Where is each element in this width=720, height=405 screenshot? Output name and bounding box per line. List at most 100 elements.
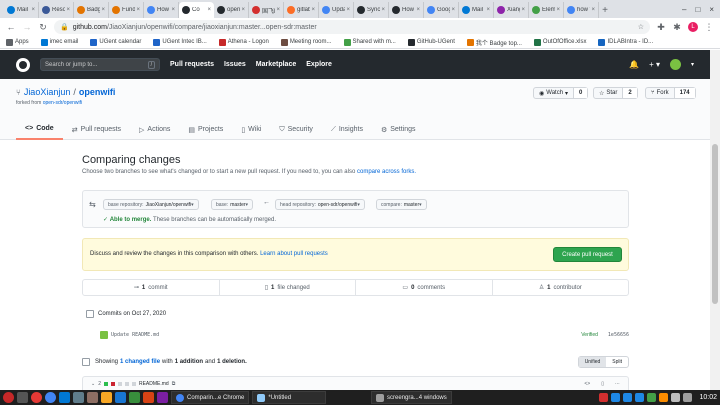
repo-name-link[interactable]: openwifi <box>79 87 116 97</box>
tray-app-icon[interactable] <box>611 393 621 402</box>
bookmark-item[interactable]: Athena - Logon <box>218 38 269 46</box>
summary-contributors[interactable]: ♙ 1 contributor <box>493 280 629 295</box>
watch-count[interactable]: 0 <box>573 88 588 98</box>
base-repository-select[interactable]: base repository: JiaoXianjun/openwifi ▾ <box>103 199 199 210</box>
browser-tab[interactable]: Mail × <box>4 2 39 18</box>
commit-sha-link[interactable]: 1e56656 <box>608 332 629 338</box>
address-bar[interactable]: 🔒 github.com/JiaoXianjun/openwifi/compar… <box>54 20 650 34</box>
browser-tab[interactable]: Badge× <box>74 2 109 18</box>
commit-message-link[interactable]: Update README.md <box>111 332 159 338</box>
bookmark-item[interactable]: UGent calendar <box>90 38 141 46</box>
word-icon[interactable] <box>115 392 126 403</box>
author-avatar[interactable] <box>100 331 108 339</box>
compare-across-forks-link[interactable]: compare across forks. <box>357 169 416 175</box>
user-avatar[interactable] <box>669 59 681 70</box>
star-button[interactable]: ☆ Star 2 <box>593 87 638 99</box>
browser-tab[interactable]: Fundi× <box>109 2 144 18</box>
taskbar-window-chrome[interactable]: Comparin...e Chrome <box>171 391 250 404</box>
browser-tab[interactable]: Syncii× <box>354 2 389 18</box>
bookmark-item[interactable]: OutOfOffice.xlsx <box>533 38 586 46</box>
create-pull-request-button[interactable]: Create pull request <box>553 247 622 262</box>
opera-icon[interactable] <box>31 392 42 403</box>
split-button[interactable]: Split <box>606 357 628 367</box>
tab-pull-requests[interactable]: ⇄ Pull requests <box>63 119 130 140</box>
browser-tab[interactable]: Eleme× <box>529 2 564 18</box>
summary-commits[interactable]: ⊸ 1 commit <box>83 280 220 295</box>
collapse-chevron-icon[interactable]: ⌄ <box>91 381 95 387</box>
github-logo-icon[interactable] <box>16 57 30 72</box>
search-input[interactable]: Search or jump to... / <box>40 58 160 71</box>
bookmark-item[interactable]: UGent Intec IB... <box>153 38 207 46</box>
close-tab-icon[interactable]: × <box>450 7 455 13</box>
browser-tab[interactable]: Mail × <box>459 2 494 18</box>
tab-projects[interactable]: ▤ Projects <box>179 119 232 140</box>
chrome-icon[interactable] <box>45 392 56 403</box>
tab-security[interactable]: ⛉ Security <box>270 119 322 140</box>
copy-icon[interactable]: ⧉ <box>172 381 176 387</box>
close-window-icon[interactable]: × <box>709 5 714 14</box>
bookmark-item[interactable]: IDLABIntra - ID... <box>598 38 653 46</box>
close-tab-icon[interactable]: × <box>135 7 140 13</box>
browser-tab[interactable]: Resou× <box>39 2 74 18</box>
tray-app-icon[interactable] <box>635 393 645 402</box>
close-tab-icon[interactable]: × <box>380 7 385 13</box>
compare-branch-select[interactable]: compare: master ▾ <box>376 199 427 210</box>
avatar-dropdown-icon[interactable]: ▾ <box>691 61 694 68</box>
close-tab-icon[interactable]: × <box>240 7 245 13</box>
spreadsheet-icon[interactable] <box>129 392 140 403</box>
star-count[interactable]: 2 <box>622 88 637 98</box>
browser-tab-active[interactable]: Co × <box>179 2 214 18</box>
close-tab-icon[interactable]: × <box>206 7 211 13</box>
summary-comments[interactable]: ▭ 0 comments <box>356 280 493 295</box>
close-tab-icon[interactable]: × <box>590 7 595 13</box>
new-tab-button[interactable]: + <box>599 2 611 18</box>
close-tab-icon[interactable]: × <box>415 7 420 13</box>
close-tab-icon[interactable]: × <box>345 7 350 13</box>
close-tab-icon[interactable]: × <box>100 7 105 13</box>
terminal-icon[interactable] <box>73 392 84 403</box>
bookmark-item[interactable]: Shared with m... <box>343 38 396 46</box>
bookmark-item[interactable]: imec email <box>40 38 78 46</box>
close-tab-icon[interactable]: × <box>555 7 560 13</box>
forked-from-link[interactable]: open-sdr/openwifi <box>43 100 82 106</box>
extension-icon[interactable]: ✚ <box>656 22 666 33</box>
scrollbar-thumb[interactable] <box>712 144 718 304</box>
folder-icon[interactable] <box>101 392 112 403</box>
page-scrollbar[interactable] <box>710 50 720 390</box>
taskbar-window-editor[interactable]: *Untitled <box>252 391 327 404</box>
browser-tab[interactable]: Goog × <box>424 2 459 18</box>
browser-tab[interactable]: open × <box>214 2 249 18</box>
nav-explore[interactable]: Explore <box>306 61 332 68</box>
tab-code[interactable]: <> Code <box>16 119 63 140</box>
profile-avatar[interactable]: L <box>688 22 698 32</box>
view-file-icon[interactable]: ▯ <box>601 381 604 387</box>
head-repository-select[interactable]: head repository: open-sdr/openwifi ▾ <box>275 199 365 210</box>
nav-issues[interactable]: Issues <box>224 61 246 68</box>
file-name-link[interactable]: README.md <box>139 381 169 387</box>
tray-app-icon[interactable] <box>623 393 633 402</box>
bookmark-item[interactable]: GitHub-UGent <box>407 38 455 46</box>
input-method-icon[interactable] <box>599 393 609 402</box>
nav-marketplace[interactable]: Marketplace <box>256 61 296 68</box>
nav-pull-requests[interactable]: Pull requests <box>170 61 214 68</box>
browser-tab[interactable]: gitlab × <box>284 2 319 18</box>
summary-files-changed[interactable]: ▯ 1 file changed <box>220 280 356 295</box>
tab-wiki[interactable]: ▯ Wiki <box>232 119 270 140</box>
bookmark-item[interactable]: Meeting room... <box>280 38 332 46</box>
power-icon[interactable] <box>683 393 693 402</box>
start-menu-icon[interactable] <box>3 392 14 403</box>
browser-tab[interactable]: How t× <box>389 2 424 18</box>
browser-tab[interactable]: Xiang× <box>494 2 529 18</box>
verified-badge[interactable]: Verified <box>581 332 598 338</box>
repo-owner-link[interactable]: JiaoXianjun <box>24 87 71 97</box>
browser-tab[interactable]: Upda × <box>319 2 354 18</box>
archive-icon[interactable] <box>87 392 98 403</box>
fork-button[interactable]: ⑂ Fork 174 <box>645 87 696 99</box>
kebab-menu-icon[interactable]: ⋯ <box>615 381 620 387</box>
forward-icon[interactable]: → <box>22 22 32 32</box>
notifications-bell-icon[interactable]: 🔔 <box>629 60 639 69</box>
base-branch-select[interactable]: base: master ▾ <box>211 199 254 210</box>
minimize-icon[interactable]: – <box>682 5 686 14</box>
tab-insights[interactable]: ⟋ Insights <box>322 119 372 140</box>
taskbar-window-screengrab[interactable]: screengra...4 windows <box>371 391 452 404</box>
